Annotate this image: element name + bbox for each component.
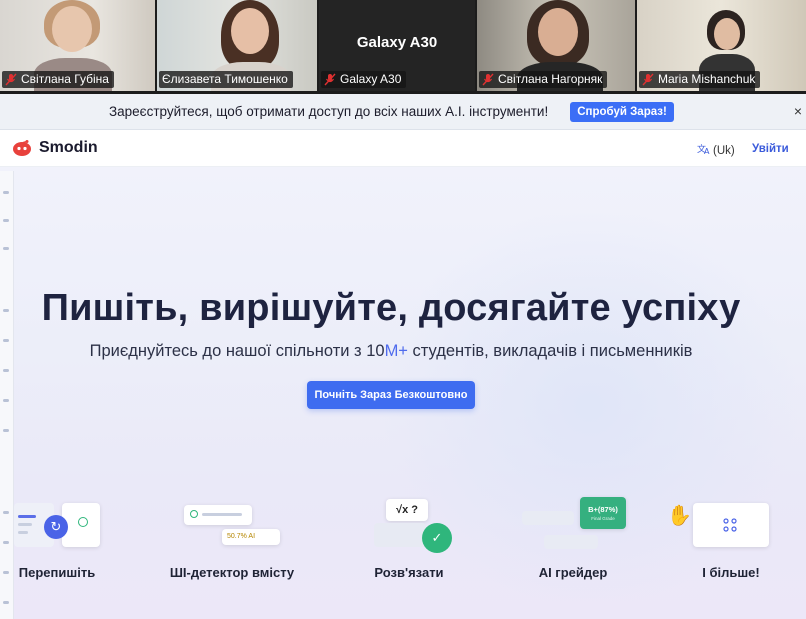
grade-badge: B+(87%) Final Grade [580, 497, 626, 529]
mic-muted-icon [642, 73, 654, 86]
logo[interactable]: Smodin [12, 139, 98, 157]
mic-muted-icon [482, 73, 494, 86]
hand-cursor-icon: ✋ [667, 505, 692, 527]
start-free-button[interactable]: Почніть Зараз Безкоштовно [307, 381, 475, 409]
hero-subtitle: Приєднуйтесь до нашої спільноти з 10M+ с… [89, 342, 693, 360]
feature-label: І більше! [702, 565, 760, 580]
feature-more[interactable]: І більше! [693, 497, 769, 587]
feature-label: ШІ-детектор вмісту [169, 565, 295, 580]
participant-name-tag: Maria Mishanchuk [639, 71, 761, 88]
feature-solve[interactable]: √x ? ✓ Розв'язати [356, 497, 462, 587]
feature-rewrite[interactable]: ↻ Перепишіть [14, 497, 100, 587]
hero-title: Пишіть, вирішуйте, досягайте успіху [41, 287, 741, 329]
participant-name-tag: Світлана Нагорняк [479, 71, 608, 88]
video-tile[interactable]: Світлана Губіна [0, 0, 155, 91]
feature-label: AI грейдер [538, 565, 608, 580]
participant-name: Світлана Нагорняк [498, 72, 603, 86]
grid-dots-icon [723, 518, 737, 532]
smodin-logo-icon [12, 139, 32, 157]
participant-name: Єлизавета Тимошенко [162, 72, 288, 86]
banner-text: Зареєструйтеся, щоб отримати доступ до в… [109, 104, 549, 119]
video-tile-active[interactable]: Єлизавета Тимошенко [157, 0, 317, 91]
feature-label: Розв'язати [374, 565, 444, 580]
login-link[interactable]: Увійти [752, 143, 789, 155]
feature-ai-grader[interactable]: B+(87%) Final Grade AI грейдер [516, 497, 630, 587]
language-selector[interactable]: 文A (Uk) [697, 143, 735, 158]
clipboard-check-icon: ✓ [422, 523, 452, 553]
participant-name-tag: Світлана Губіна [2, 71, 114, 88]
left-sidebar-rail[interactable] [0, 171, 14, 619]
feature-label: Перепишіть [18, 565, 96, 580]
participant-name-tag: Єлизавета Тимошенко [159, 71, 293, 88]
video-strip: Світлана Губіна Єлизавета Тимошенко Gala… [0, 0, 806, 94]
more-card [693, 503, 769, 547]
close-icon[interactable]: × [792, 103, 804, 119]
video-tile[interactable]: Galaxy A30 Galaxy A30 [319, 0, 475, 91]
site-header: Smodin 文A (Uk) Увійти [0, 131, 806, 167]
video-tile[interactable]: Світлана Нагорняк [477, 0, 635, 91]
math-card: √x ? [386, 499, 428, 521]
svg-text:A: A [704, 147, 710, 155]
logo-text: Smodin [39, 139, 98, 156]
device-title: Galaxy A30 [356, 34, 438, 51]
refresh-icon: ↻ [44, 515, 68, 539]
answer-card [374, 523, 426, 547]
grader-line-card [544, 535, 598, 549]
mic-muted-icon [5, 73, 17, 86]
participant-name: Galaxy A30 [340, 72, 402, 86]
signup-banner: Зареєструйтеся, щоб отримати доступ до в… [0, 94, 806, 130]
participant-name-tag: Galaxy A30 [321, 71, 407, 88]
language-label: (Uk) [713, 144, 735, 157]
detector-card [184, 505, 252, 525]
participant-name: Світлана Губіна [21, 72, 109, 86]
ai-score-badge: 50.7% AI [222, 529, 280, 545]
feature-ai-detector[interactable]: 50.7% AI ШІ-детектор вмісту [160, 497, 304, 587]
screen: Світлана Губіна Єлизавета Тимошенко Gala… [0, 0, 806, 619]
translate-icon: 文A [697, 143, 711, 158]
grader-line-card [522, 511, 574, 525]
participant-name: Maria Mishanchuk [658, 72, 756, 86]
video-tile[interactable]: Maria Mishanchuk [637, 0, 806, 91]
mic-muted-icon [324, 73, 336, 86]
try-now-button[interactable]: Спробуй Зараз! [570, 102, 674, 122]
